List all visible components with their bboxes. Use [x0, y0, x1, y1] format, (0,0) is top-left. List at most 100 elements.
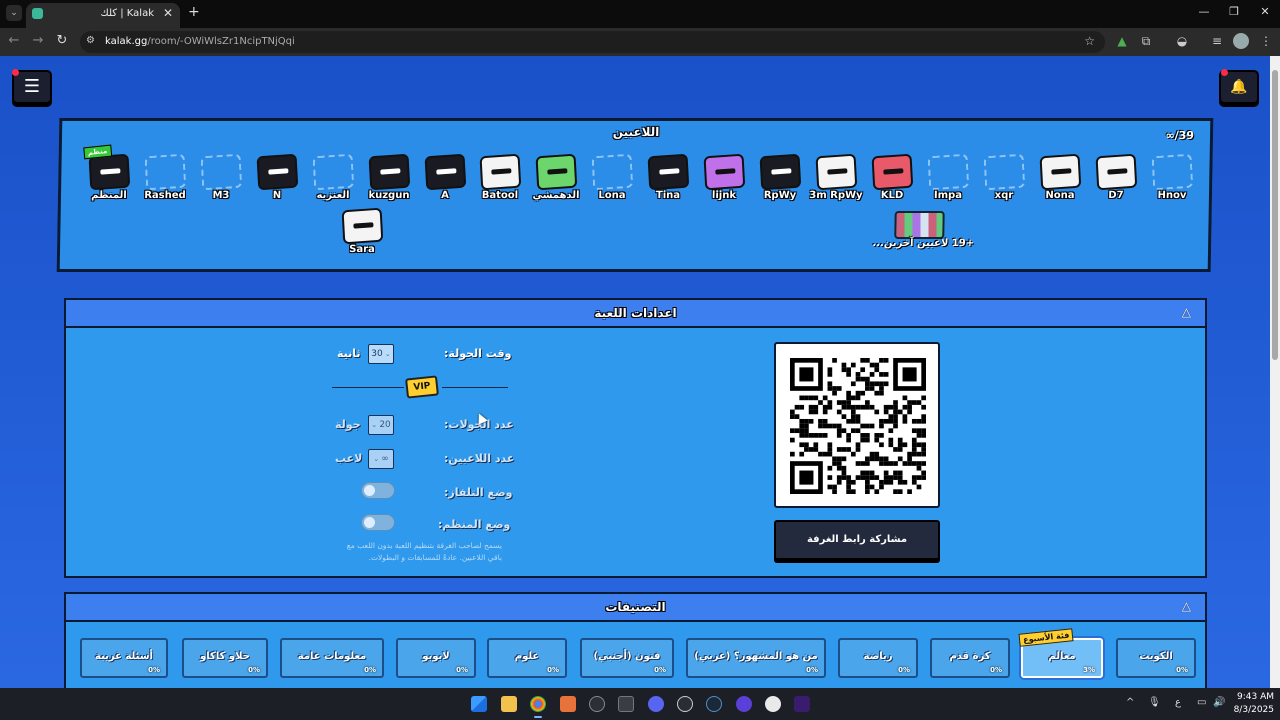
browser-menu-icon[interactable]: ⋮: [1258, 34, 1274, 48]
back-icon[interactable]: ←: [6, 33, 22, 48]
extensions-puzzle-icon[interactable]: ⧉: [1138, 34, 1154, 49]
round-time-select[interactable]: 30 ⌄: [368, 344, 394, 364]
category-tile[interactable]: أسئلة غريبة 0%: [80, 638, 168, 678]
category-tile[interactable]: علوم 0%: [487, 638, 567, 678]
player-card[interactable]: Hnov: [1144, 152, 1201, 210]
player-card[interactable]: A: [417, 152, 474, 210]
page-scrollbar[interactable]: [1270, 56, 1280, 688]
player-card[interactable]: Sara: [334, 206, 391, 264]
collapse-triangle-icon[interactable]: △: [1182, 305, 1191, 319]
category-tile[interactable]: رياضة 0%: [838, 638, 918, 678]
rounds-select[interactable]: ⌄ 20: [368, 415, 394, 435]
windows-start-icon[interactable]: [471, 696, 487, 712]
tab-close-icon[interactable]: ✕: [163, 6, 173, 20]
player-card[interactable]: Tina: [640, 152, 697, 210]
player-avatar: [871, 153, 914, 191]
menu-button[interactable]: ☰: [12, 69, 52, 104]
player-card[interactable]: RpWy: [752, 152, 809, 210]
settings-header[interactable]: اعدادات اللعبة △: [66, 300, 1205, 328]
category-label: معالم: [1048, 651, 1076, 662]
extension-icon[interactable]: ▲: [1114, 34, 1130, 48]
tv-mode-toggle[interactable]: [361, 482, 395, 499]
tab-search-icon[interactable]: ⌄: [6, 5, 22, 21]
category-tile[interactable]: كرة قدم 0%: [930, 638, 1010, 678]
snipping-tool-icon[interactable]: [618, 696, 634, 712]
category-label: من هو المشهور؟ (عربي): [694, 651, 818, 662]
category-tile[interactable]: معلومات عامة 0%: [280, 638, 384, 678]
app-next-icon[interactable]: [794, 696, 810, 712]
site-info-icon[interactable]: ⚙: [86, 35, 95, 46]
notifications-button[interactable]: 🔔: [1219, 69, 1259, 104]
category-tile[interactable]: فئة الأسبوع معالم 3%: [1018, 628, 1103, 678]
player-card[interactable]: xqr: [976, 152, 1033, 210]
player-card[interactable]: Nona: [1032, 152, 1089, 210]
avatar-face-icon: [268, 168, 289, 175]
avatar-face-icon: [547, 168, 568, 175]
clock-time: 9:43 AM: [1237, 692, 1274, 702]
hamburger-icon: ☰: [23, 76, 41, 97]
player-card[interactable]: lijnk: [696, 152, 753, 210]
browser-tab[interactable]: Kalak | كلك ✕: [26, 3, 180, 28]
steam-icon[interactable]: [706, 696, 722, 712]
players-limit-select[interactable]: ⌄ ∞: [368, 449, 394, 469]
category-tile[interactable]: فنون (أجنبي) 0%: [580, 638, 674, 678]
window-close-icon[interactable]: ✕: [1257, 5, 1273, 18]
input-language[interactable]: ع: [1175, 697, 1181, 708]
more-players-button[interactable]: +19 لاعبين آخرين...: [872, 207, 974, 251]
app-g-icon[interactable]: [677, 696, 693, 712]
player-card[interactable]: kuzgun: [361, 152, 418, 210]
network-icon[interactable]: ▭: [1197, 697, 1206, 708]
player-card[interactable]: KLD: [864, 152, 921, 210]
category-percent: 0%: [456, 666, 468, 674]
media-icon[interactable]: ≡: [1209, 34, 1225, 48]
player-card[interactable]: D7: [1088, 152, 1145, 210]
bookmark-star-icon[interactable]: ☆: [1084, 34, 1095, 48]
file-explorer-icon[interactable]: [501, 696, 517, 712]
player-card[interactable]: الدهمشي: [528, 152, 585, 210]
tray-overflow-icon[interactable]: ^: [1126, 697, 1134, 708]
forward-icon[interactable]: →: [30, 33, 46, 48]
category-percent: 3%: [1083, 666, 1095, 674]
player-card[interactable]: Batool: [472, 152, 529, 210]
incognito-icon[interactable]: ◒: [1174, 34, 1190, 48]
player-card[interactable]: Impa: [920, 152, 977, 210]
category-label: معلومات عامة: [297, 651, 367, 662]
app-white-icon[interactable]: [765, 696, 781, 712]
address-bar[interactable]: ⚙ kalak.gg/room/-OWiWlsZr1NcipTNjQqi ☆: [80, 31, 1105, 53]
category-percent: 0%: [248, 666, 260, 674]
category-label: فنون (أجنبي): [593, 651, 661, 662]
profile-avatar[interactable]: [1233, 33, 1249, 49]
app-orange-icon[interactable]: [560, 696, 576, 712]
host-mode-toggle[interactable]: [361, 514, 395, 531]
new-tab-icon[interactable]: +: [188, 4, 200, 20]
taskbar-clock[interactable]: 9:43 AM 8/3/2025: [1222, 691, 1274, 717]
url-text: kalak.gg/room/-OWiWlsZr1NcipTNjQqi: [105, 36, 295, 47]
collapse-triangle-icon[interactable]: △: [1182, 599, 1191, 613]
player-card[interactable]: منظم المنظم: [81, 144, 138, 210]
player-avatar: [815, 153, 858, 191]
player-card[interactable]: M3: [193, 152, 250, 210]
categories-header[interactable]: التصنيفات △: [66, 594, 1205, 622]
player-card[interactable]: Rashed: [137, 152, 194, 210]
microphone-icon[interactable]: 🎙: [1148, 697, 1161, 708]
scroll-thumb[interactable]: [1272, 70, 1278, 360]
player-card[interactable]: العنزيه: [305, 152, 362, 210]
stacked-avatars-icon: [894, 211, 945, 239]
discord-icon[interactable]: [648, 696, 664, 712]
chrome-icon[interactable]: [530, 696, 546, 718]
category-tile[interactable]: لابوبو 0%: [396, 638, 476, 678]
share-room-link-button[interactable]: مشاركة رابط الغرفة: [774, 520, 940, 560]
obs-icon[interactable]: [589, 696, 605, 712]
maximize-icon[interactable]: ❐: [1226, 5, 1242, 18]
player-card[interactable]: 3m RpWy: [808, 152, 865, 210]
category-percent: 0%: [990, 666, 1002, 674]
category-tile[interactable]: الكويت 0%: [1116, 638, 1196, 678]
minimize-icon[interactable]: —: [1196, 5, 1212, 18]
app-sp-icon[interactable]: [736, 696, 752, 712]
reload-icon[interactable]: ↻: [54, 33, 70, 48]
player-avatar: [591, 153, 634, 191]
category-tile[interactable]: من هو المشهور؟ (عربي) 0%: [686, 638, 826, 678]
player-card[interactable]: N: [249, 152, 306, 210]
player-card[interactable]: Lona: [584, 152, 641, 210]
category-tile[interactable]: حلاو كاكاو 0%: [182, 638, 268, 678]
